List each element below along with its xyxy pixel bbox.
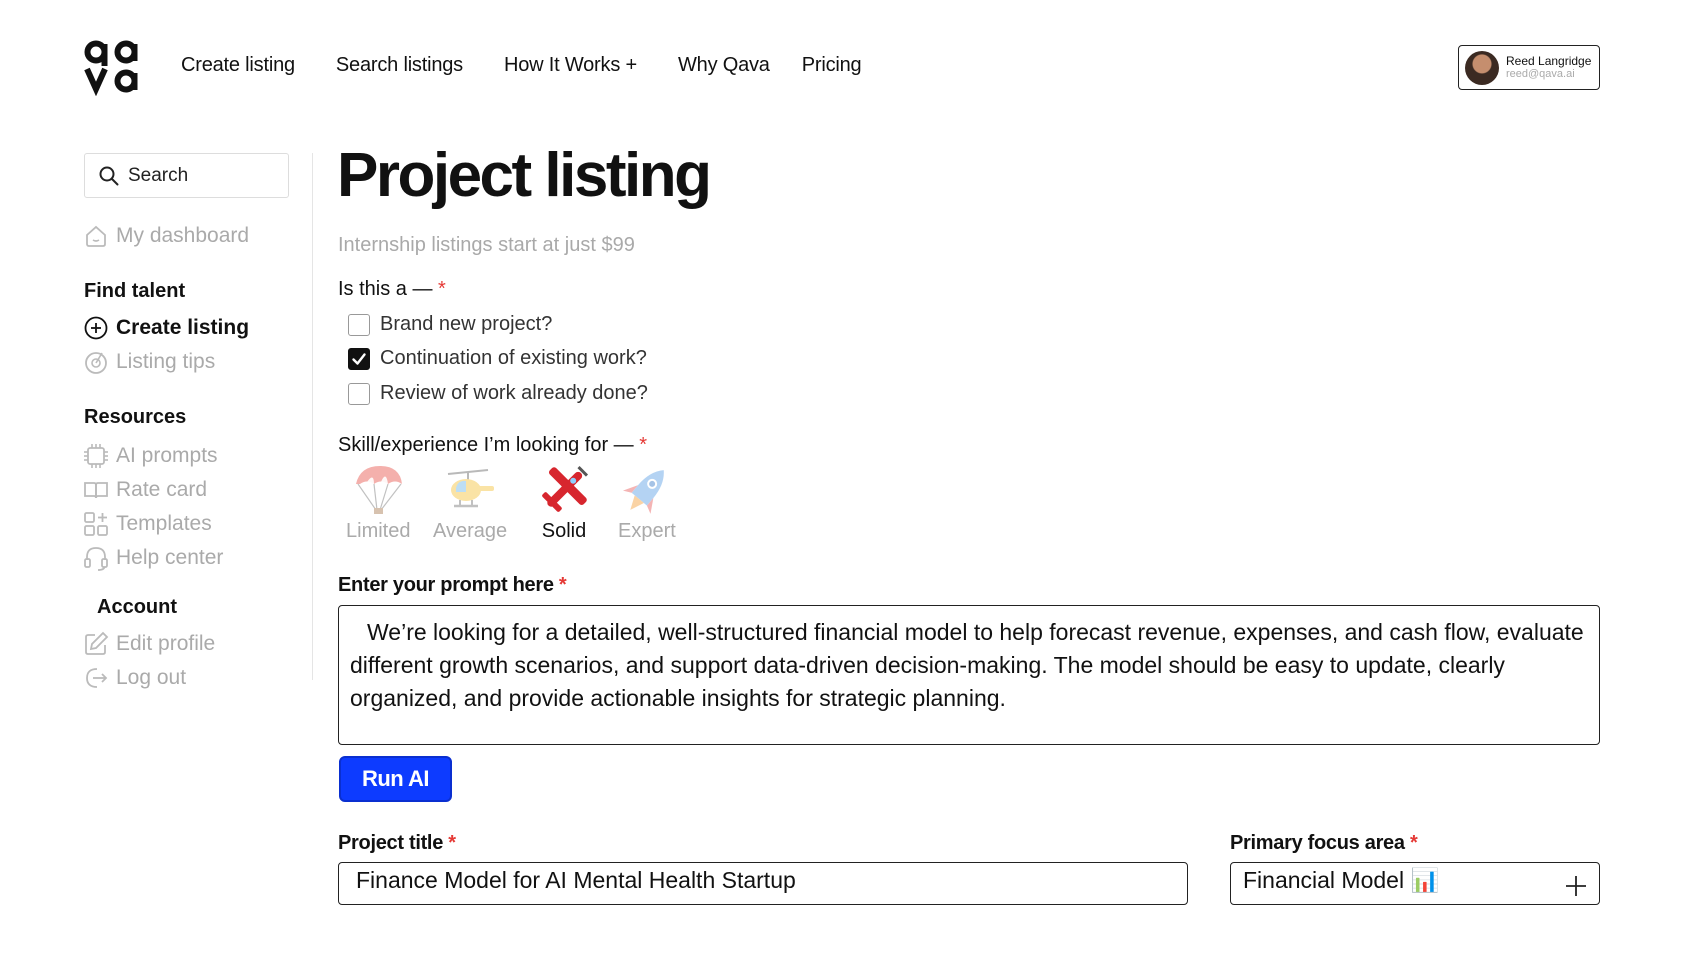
sidebar-item-label: Templates: [116, 512, 212, 535]
prompt-label: Enter your prompt here *: [338, 574, 567, 597]
option-brand-new[interactable]: Brand new project?: [348, 313, 552, 336]
focus-area-value: Financial Model 📊: [1243, 867, 1440, 893]
find-talent-heading: Find talent: [84, 280, 186, 302]
nav-create-listing[interactable]: Create listing: [181, 54, 295, 77]
skill-label-average: Average: [433, 520, 508, 542]
sidebar-item-label: Log out: [116, 666, 187, 689]
skill-label-expert: Expert: [618, 520, 676, 542]
required-mark: *: [448, 832, 456, 854]
search-label: Search: [128, 164, 189, 186]
qava-logo-mark: [84, 40, 138, 97]
sidebar-item-templates[interactable]: Templates: [83, 511, 212, 537]
project-title-label: Project title *: [338, 832, 456, 855]
nav-why-qava[interactable]: Why Qava: [678, 54, 770, 77]
edit-icon: [85, 631, 109, 655]
project-title-value: Finance Model for AI Mental Health Start…: [356, 867, 796, 893]
helicopter-icon: [447, 469, 495, 508]
sidebar-item-help-center[interactable]: Help center: [83, 545, 223, 571]
prompt-textarea[interactable]: We’re looking for a detailed, well-struc…: [338, 605, 1600, 745]
grid-icon: [84, 512, 108, 536]
checkbox[interactable]: [348, 382, 370, 405]
skill-label-solid: Solid: [541, 520, 587, 542]
checkbox-checked[interactable]: [348, 347, 370, 370]
sidebar-item-label: Create listing: [116, 316, 250, 339]
home-icon: [86, 225, 106, 247]
plus-circle-icon: [84, 316, 108, 340]
page-title: Project listing: [337, 141, 712, 210]
prompt-text-rest: different growth scenarios, and support …: [350, 652, 1505, 711]
sidebar-divider: [312, 153, 313, 680]
skill-average[interactable]: Average: [433, 462, 507, 543]
required-mark: *: [558, 574, 567, 596]
focus-area-label: Primary focus area *: [1230, 832, 1418, 855]
sidebar-item-log-out[interactable]: Log out: [83, 665, 186, 691]
rocket-icon: [622, 470, 664, 514]
option-continuation[interactable]: Continuation of existing work?: [348, 347, 647, 370]
sidebar-item-label: Listing tips: [116, 350, 216, 373]
chip-icon: [84, 444, 108, 468]
sidebar-item-label: Edit profile: [116, 632, 216, 655]
skill-limited[interactable]: Limited: [346, 462, 410, 543]
option-label: Review of work already done?: [380, 382, 648, 404]
user-name: Reed Langridge: [1506, 54, 1592, 68]
nav-pricing[interactable]: Pricing: [802, 54, 862, 77]
sidebar-item-create-listing[interactable]: Create listing: [83, 315, 249, 341]
checkbox[interactable]: [348, 313, 370, 336]
search-input[interactable]: Search: [84, 153, 289, 198]
prompt-label-text: Enter your prompt here: [338, 574, 554, 596]
target-icon: [85, 352, 107, 374]
user-email: reed@qava.ai: [1506, 68, 1575, 80]
skill-label-limited: Limited: [346, 520, 411, 542]
sidebar: Search: [84, 153, 289, 198]
account-heading: Account: [97, 596, 177, 618]
headset-icon: [84, 547, 108, 571]
airplane-icon: [542, 465, 589, 512]
option-label: Continuation of existing work?: [380, 347, 647, 369]
sidebar-item-listing-tips[interactable]: Listing tips: [83, 349, 215, 375]
top-nav: Create listing Search listings How It Wo…: [181, 54, 862, 77]
qava-logo[interactable]: [84, 38, 142, 97]
required-mark: *: [1409, 832, 1418, 854]
project-title-label-text: Project title: [338, 832, 444, 854]
sidebar-item-label: My dashboard: [116, 224, 250, 247]
sidebar-item-label: Rate card: [116, 478, 208, 501]
option-review[interactable]: Review of work already done?: [348, 382, 648, 405]
sidebar-item-rate-card[interactable]: Rate card: [83, 477, 207, 503]
project-title-input[interactable]: Finance Model for AI Mental Health Start…: [338, 862, 1188, 905]
parachute-icon: [356, 466, 403, 514]
sidebar-item-label: AI prompts: [116, 444, 218, 467]
user-menu[interactable]: Reed Langridge reed@qava.ai: [1458, 45, 1600, 90]
option-label: Brand new project?: [380, 313, 553, 335]
focus-area-select[interactable]: Financial Model 📊: [1230, 862, 1600, 905]
check-icon: [352, 352, 366, 365]
nav-search-listings[interactable]: Search listings: [336, 54, 463, 77]
book-icon: [84, 482, 108, 499]
resources-heading: Resources: [84, 406, 187, 428]
sidebar-item-label: Help center: [116, 546, 224, 569]
plus-icon[interactable]: [1565, 875, 1587, 897]
sidebar-item-edit-profile[interactable]: Edit profile: [83, 631, 215, 657]
sidebar-item-ai-prompts[interactable]: AI prompts: [83, 443, 218, 469]
avatar: [1465, 50, 1499, 85]
skill-label-text: Skill/experience I’m looking for —: [338, 434, 634, 456]
sidebar-item-dashboard[interactable]: My dashboard: [83, 223, 249, 249]
required-mark: *: [639, 434, 648, 456]
prompt-line-1: We’re looking for a detailed, well-struc…: [367, 619, 1584, 645]
skill-label: Skill/experience I’m looking for — *: [338, 434, 647, 457]
search-icon: [99, 166, 119, 185]
skill-expert[interactable]: Expert: [618, 462, 676, 543]
nav-how-it-works[interactable]: How It Works +: [504, 54, 637, 77]
required-mark: *: [438, 278, 446, 300]
page-subtitle: Internship listings start at just $99: [338, 234, 635, 256]
project-type-label: Is this a — *: [338, 278, 446, 301]
focus-area-label-text: Primary focus area: [1230, 832, 1405, 854]
logout-icon: [86, 668, 108, 688]
skill-solid[interactable]: Solid: [536, 462, 592, 543]
run-ai-button[interactable]: Run AI: [339, 756, 452, 802]
project-type-label-text: Is this a —: [338, 278, 433, 300]
